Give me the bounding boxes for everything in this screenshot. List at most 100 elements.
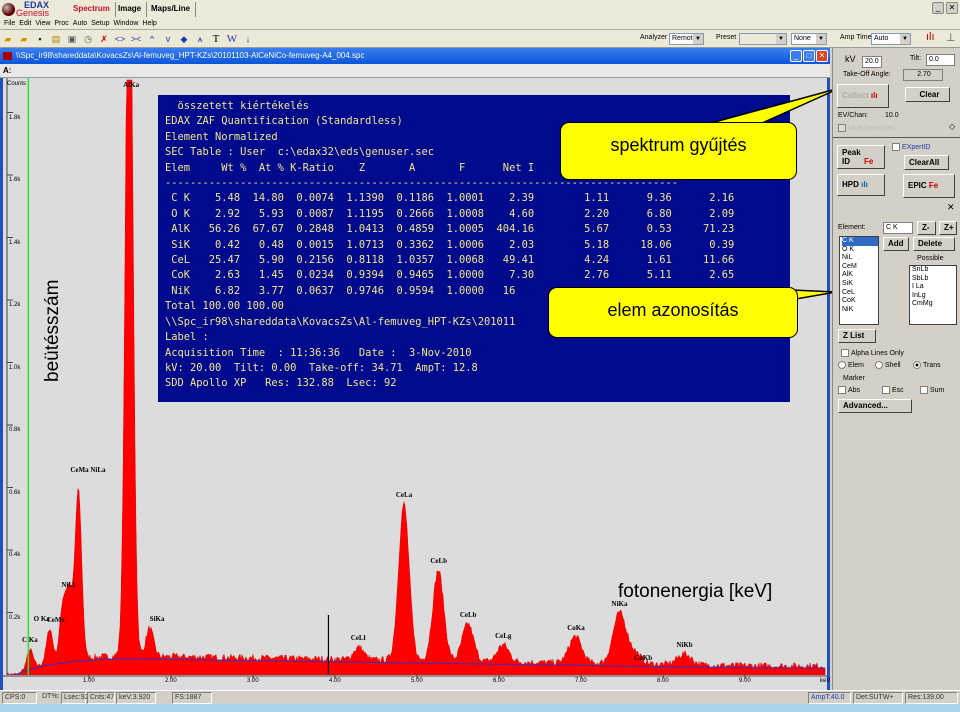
spectrum-label-bar: A: (0, 64, 830, 78)
trans-radio[interactable]: Trans (913, 361, 941, 369)
app-minimize-button[interactable]: _ (932, 2, 944, 14)
peak-id-button[interactable]: Peak ID Fe (837, 145, 885, 169)
status-kev: keV:3.920 (116, 692, 156, 704)
open-folder-icon[interactable]: ▰ (1, 32, 15, 46)
scale-up-icon[interactable]: ^ (145, 32, 159, 46)
down-arrow-icon[interactable]: ↓ (241, 32, 255, 46)
clipboard-icon[interactable]: ▤ (49, 32, 63, 46)
collect-button[interactable]: Collect ılı (837, 84, 889, 108)
z-minus-button[interactable]: Z- (917, 221, 936, 235)
expertid-checkbox[interactable]: EXpertID (892, 143, 930, 151)
preset-label: Preset (716, 34, 737, 41)
preset-mode-select[interactable]: None ▼ (791, 33, 827, 45)
expand-icon[interactable]: <> (113, 32, 127, 46)
possible-list[interactable]: SnLb SbLb I La InLg CmMg (909, 265, 957, 325)
erase-icon[interactable]: ✗ (97, 32, 111, 46)
list-item[interactable]: I La (912, 283, 956, 292)
x-tick-label: 3.00 (247, 678, 259, 684)
sum-checkbox[interactable]: Sum (920, 386, 944, 394)
kv-field[interactable]: 20.0 (862, 56, 882, 68)
status-res: Res:139.00 (905, 692, 958, 704)
probe-icon[interactable]: ⊥ (946, 31, 956, 44)
tilt-field[interactable]: 0.0 (926, 54, 955, 66)
results-row: CeL 25.47 5.90 0.2156 0.8118 1.0357 1.00… (165, 254, 735, 267)
auto-scale-icon[interactable]: ◆ (177, 32, 191, 46)
collapse-icon[interactable]: ◇ (949, 122, 955, 131)
list-item[interactable]: CmMg (912, 300, 956, 309)
list-item[interactable]: SbLb (912, 275, 956, 284)
peak-icon[interactable]: ⩚ (193, 32, 207, 46)
delete-button[interactable]: Delete (913, 237, 955, 251)
epic-button[interactable]: EPIC Fe (903, 174, 955, 198)
tab-image[interactable]: Image (113, 2, 148, 17)
list-item[interactable]: SnLb (912, 266, 956, 275)
save-icon[interactable]: ▪ (33, 32, 47, 46)
status-cps: CPS:0 (2, 692, 37, 704)
clearall-button[interactable]: ClearAll (904, 155, 949, 170)
window-close-button[interactable]: ✕ (816, 50, 828, 62)
menu-setup[interactable]: Setup (91, 18, 109, 30)
abs-checkbox[interactable]: Abs (838, 386, 860, 394)
app-close-button[interactable]: ✕ (946, 2, 958, 14)
print-icon[interactable]: ▣ (65, 32, 79, 46)
contract-icon[interactable]: >< (129, 32, 143, 46)
open-recent-icon[interactable]: ▰ (17, 32, 31, 46)
timer-icon[interactable]: ◷ (81, 32, 95, 46)
possible-label: Possible (917, 255, 944, 262)
advanced-button[interactable]: Advanced... (838, 399, 912, 413)
status-det: Det:SUTW+ (853, 692, 903, 704)
list-item[interactable]: CoK (842, 297, 878, 306)
text-tool-icon[interactable]: T (209, 32, 223, 46)
scale-down-icon[interactable]: v (161, 32, 175, 46)
y-tick-label: 0.4k (9, 552, 21, 558)
list-item[interactable]: SiK (842, 280, 878, 289)
z-list-button[interactable]: Z List (838, 329, 876, 343)
list-item[interactable]: C K (842, 237, 878, 246)
y-axis-unit: Counts (7, 81, 27, 87)
list-item[interactable]: O K (842, 246, 878, 255)
menu-edit[interactable]: Edit (19, 18, 31, 30)
list-item[interactable]: CeL (842, 289, 878, 298)
menu-proc[interactable]: Proc (54, 18, 68, 30)
element-field[interactable]: C K (883, 222, 913, 234)
menu-auto[interactable]: Auto (73, 18, 87, 30)
y-tick-label: 1.0k (9, 364, 21, 371)
list-item[interactable]: NiK (842, 306, 878, 315)
close-x-icon[interactable]: ✕ (947, 202, 955, 213)
tab-maps-line[interactable]: Maps/Line (146, 2, 197, 17)
menu-file[interactable]: File (4, 18, 15, 30)
x-tick-label: 8.00 (657, 678, 669, 684)
y-tick-label: 1.2k (9, 302, 21, 308)
list-item[interactable]: AlK (842, 271, 878, 280)
hpd-button[interactable]: HPD ılı (837, 174, 885, 196)
window-minimize-button[interactable]: _ (790, 50, 802, 62)
list-item[interactable]: NiL (842, 254, 878, 263)
amp-time-select[interactable]: Auto ▼ (871, 33, 911, 45)
menu-window[interactable]: Window (114, 18, 139, 30)
esc-checkbox[interactable]: Esc (882, 386, 904, 394)
list-item[interactable]: CeM (842, 263, 878, 272)
analyzer-select[interactable]: Remote ▼ (669, 33, 704, 45)
peak-label: CoKa (567, 623, 585, 632)
status-ampt: AmpT:40.0 (808, 692, 851, 704)
app-header: EDAX Genesis Spectrum Image Maps/Line _ ✕ (0, 0, 960, 18)
menu-view[interactable]: View (35, 18, 50, 30)
z-plus-button[interactable]: Z+ (939, 221, 957, 235)
peak-label: NiLl (61, 581, 75, 590)
preset-select[interactable]: ▼ (739, 33, 787, 45)
menu-help[interactable]: Help (142, 18, 156, 30)
list-item[interactable]: InLg (912, 292, 956, 301)
y-axis-annotation: beütésszám (42, 279, 63, 382)
tab-spectrum[interactable]: Spectrum (68, 2, 116, 17)
element-list[interactable]: C KO K NiL CeM AlK SiK CeL CoK NiK (839, 236, 879, 325)
elem-radio[interactable]: Elem (838, 361, 864, 369)
peak-label: CeLb (459, 611, 477, 620)
add-button[interactable]: Add (883, 237, 909, 251)
w-tool-icon[interactable]: W (225, 32, 239, 46)
clear-button[interactable]: Clear (905, 87, 950, 102)
spectrum-icon[interactable]: ılı (926, 31, 935, 43)
shell-radio[interactable]: Shell (875, 361, 901, 369)
element-label: Element: (838, 224, 866, 231)
window-maximize-button[interactable]: □ (803, 50, 815, 62)
alpha-lines-checkbox[interactable]: Alpha Lines Only (841, 349, 904, 357)
